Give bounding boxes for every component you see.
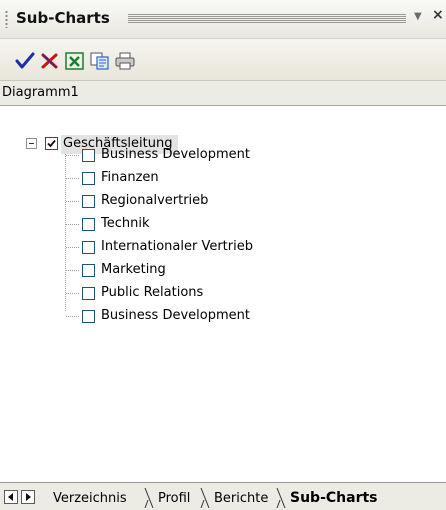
tree-item-label[interactable]: Internationaler Vertrieb xyxy=(101,239,253,254)
tree-connector xyxy=(66,293,79,294)
tab-verzeichnis[interactable]: Verzeichnis xyxy=(53,491,127,506)
tree-item: Technik xyxy=(0,213,446,236)
tab-berichte[interactable]: Berichte xyxy=(214,491,268,506)
arrow-right-icon xyxy=(26,493,31,501)
tree-item-checkbox[interactable] xyxy=(82,218,95,231)
tree-item: Marketing xyxy=(0,259,446,282)
tree-item: Finanzen xyxy=(0,167,446,190)
tree-item-label[interactable]: Public Relations xyxy=(101,285,203,300)
close-icon[interactable]: × xyxy=(432,7,444,23)
tree-connector xyxy=(66,224,79,225)
excel-export-button[interactable] xyxy=(64,50,86,72)
tree-item-label[interactable]: Business Development xyxy=(101,147,250,162)
tab-profil[interactable]: Profil xyxy=(158,491,190,506)
x-mark-icon xyxy=(41,53,58,69)
tree-item-label[interactable]: Regionalvertrieb xyxy=(101,193,208,208)
tree-connector xyxy=(66,316,79,317)
tab-scroll-left-button[interactable] xyxy=(4,490,18,504)
tree-item-label[interactable]: Marketing xyxy=(101,262,166,277)
panel-title-bar[interactable]: Sub-Charts ▼ × xyxy=(0,0,446,38)
tree-item: Business Development xyxy=(0,144,446,167)
copy-icon xyxy=(90,52,109,70)
tab-separator xyxy=(144,488,154,508)
chart-header: Diagramm1 xyxy=(0,80,446,106)
tree-item-label[interactable]: Finanzen xyxy=(101,170,159,185)
tree-connector xyxy=(66,270,79,271)
drag-grip-icon[interactable] xyxy=(5,10,8,28)
tab-scroll-right-button[interactable] xyxy=(21,490,35,504)
tab-separator xyxy=(200,488,210,508)
org-tree: Geschäftsleitung Business Development Fi… xyxy=(0,106,446,482)
tree-connector xyxy=(66,155,79,156)
tree-item: Regionalvertrieb xyxy=(0,190,446,213)
tree-item-checkbox[interactable] xyxy=(82,241,95,254)
panel-title: Sub-Charts xyxy=(16,9,110,27)
tab-separator xyxy=(276,488,286,508)
tree-item-checkbox[interactable] xyxy=(82,264,95,277)
confirm-button[interactable] xyxy=(14,50,36,72)
bottom-tab-bar: Verzeichnis Profil Berichte Sub-Charts xyxy=(0,482,446,510)
tree-connector xyxy=(66,247,79,248)
chevron-down-icon[interactable]: ▼ xyxy=(414,11,422,22)
printer-icon xyxy=(115,52,135,70)
cancel-button[interactable] xyxy=(39,50,61,72)
chart-name: Diagramm1 xyxy=(2,85,79,100)
tab-sub-charts[interactable]: Sub-Charts xyxy=(290,490,378,506)
tree-connector xyxy=(66,178,79,179)
title-bar-grip-lines xyxy=(128,14,406,23)
tree-item-checkbox[interactable] xyxy=(82,287,95,300)
checkmark-icon xyxy=(15,52,35,69)
print-button[interactable] xyxy=(114,50,136,72)
tree-item: Internationaler Vertrieb xyxy=(0,236,446,259)
tree-item: Business Development xyxy=(0,305,446,328)
toolbar xyxy=(0,38,446,80)
excel-icon xyxy=(65,52,84,70)
sub-charts-panel: Sub-Charts ▼ × Diagramm1 Geschäftsleitun… xyxy=(0,0,446,510)
tree-item-label[interactable]: Technik xyxy=(101,216,150,231)
copy-button[interactable] xyxy=(89,50,111,72)
tree-item-checkbox[interactable] xyxy=(82,195,95,208)
tree-item: Public Relations xyxy=(0,282,446,305)
tree-item-checkbox[interactable] xyxy=(82,172,95,185)
tree-item-checkbox[interactable] xyxy=(82,310,95,323)
arrow-left-icon xyxy=(8,493,13,501)
tree-item-label[interactable]: Business Development xyxy=(101,308,250,323)
tree-connector xyxy=(66,201,79,202)
tree-item-checkbox[interactable] xyxy=(82,149,95,162)
